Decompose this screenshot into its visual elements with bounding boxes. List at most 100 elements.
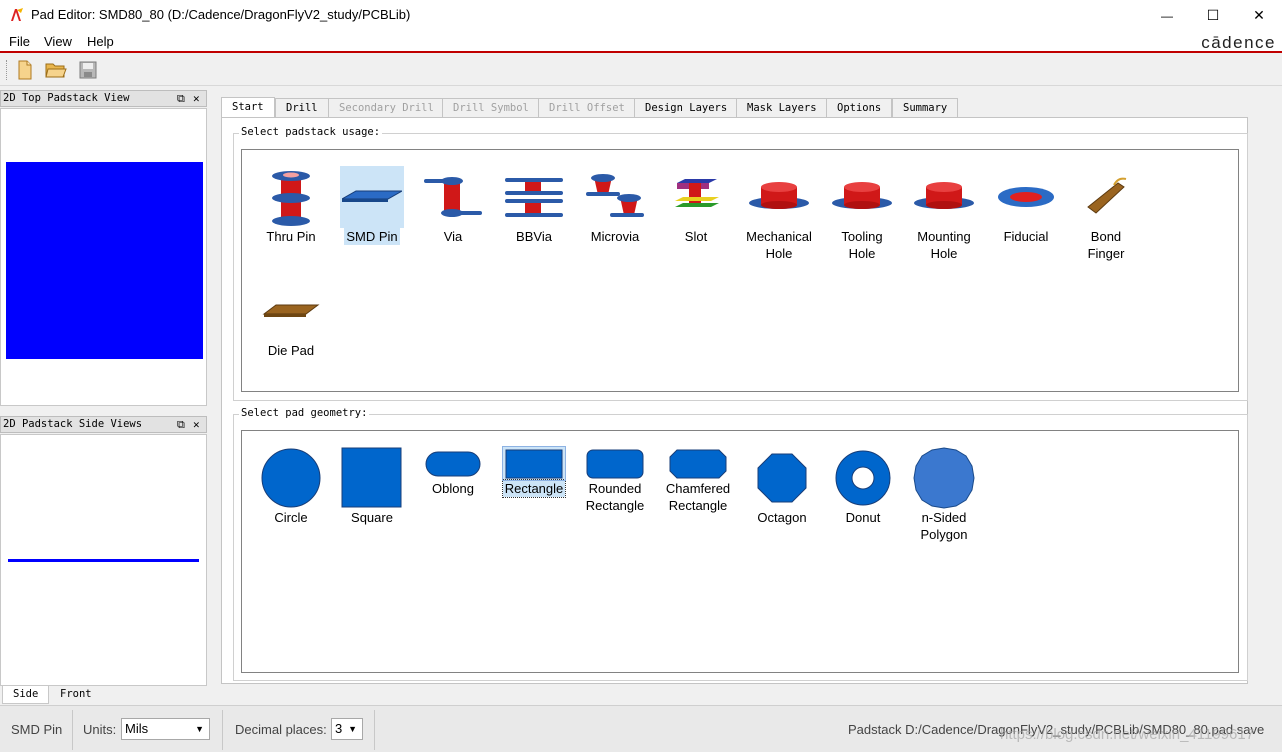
- float-panel-icon[interactable]: ⧉: [177, 418, 185, 431]
- close-panel-icon[interactable]: ✕: [193, 92, 200, 105]
- geometry-square[interactable]: Square: [332, 447, 412, 526]
- octagon-pad-icon: [742, 447, 822, 509]
- square-pad-icon: [332, 447, 412, 509]
- usage-tooling-hole[interactable]: Tooling Hole: [822, 166, 902, 262]
- tab-design-layers[interactable]: Design Layers: [634, 98, 739, 117]
- usage-mounting-hole[interactable]: Mounting Hole: [904, 166, 984, 262]
- slot-icon: [656, 166, 736, 228]
- geometry-list: Circle Square Oblong Rectangle Rounded R…: [241, 430, 1239, 673]
- menu-view[interactable]: View: [44, 34, 72, 49]
- geometry-oblong[interactable]: Oblong: [413, 447, 493, 497]
- usage-label: Die Pad: [267, 343, 315, 358]
- status-separator: [222, 710, 223, 750]
- usage-label: BBVia: [516, 229, 552, 244]
- oblong-pad-icon: [413, 447, 493, 480]
- chevron-down-icon: ▼: [348, 724, 357, 734]
- usage-label: Slot: [684, 229, 708, 244]
- open-file-button[interactable]: [45, 59, 67, 81]
- tab-side[interactable]: Side: [2, 686, 50, 704]
- toolbar: [0, 55, 1282, 86]
- close-window-button[interactable]: ✕: [1236, 0, 1282, 31]
- menu-help[interactable]: Help: [87, 34, 114, 49]
- geometry-label: Circle: [274, 510, 308, 525]
- usage-mechanical-hole[interactable]: Mechanical Hole: [739, 166, 819, 262]
- units-value: Mils: [125, 721, 149, 736]
- usage-label: Fiducial: [1003, 229, 1049, 244]
- circle-pad-icon: [251, 447, 331, 509]
- geometry-donut[interactable]: Donut: [823, 447, 903, 526]
- geometry-label: Rounded Rectangle: [585, 481, 645, 513]
- geometry-label: n-Sided Polygon: [920, 510, 968, 542]
- thru-pin-icon: [251, 166, 331, 228]
- donut-pad-icon: [823, 447, 903, 509]
- tab-front[interactable]: Front: [50, 686, 102, 704]
- smd-pin-icon: [340, 166, 404, 228]
- usage-label: Bond Finger: [1087, 229, 1125, 261]
- fiducial-icon: [986, 166, 1066, 228]
- close-icon: ✕: [1253, 7, 1265, 23]
- geometry-octagon[interactable]: Octagon: [742, 447, 822, 526]
- usage-label: SMD Pin: [344, 228, 400, 245]
- n-sided-polygon-pad-icon: [904, 447, 984, 509]
- close-panel-icon[interactable]: ✕: [193, 418, 200, 431]
- tab-drill-symbol[interactable]: Drill Symbol: [442, 98, 540, 117]
- usage-bbvia[interactable]: BBVia: [494, 166, 574, 245]
- geometry-label: Square: [351, 510, 393, 525]
- tab-options[interactable]: Options: [826, 98, 893, 117]
- geometry-circle[interactable]: Circle: [251, 447, 331, 526]
- maximize-button[interactable]: ☐: [1190, 0, 1236, 31]
- usage-via[interactable]: Via: [413, 166, 493, 245]
- rectangle-pad-icon: [502, 446, 566, 481]
- tab-drill-offset[interactable]: Drill Offset: [538, 98, 636, 117]
- usage-die-pad[interactable]: Die Pad: [251, 280, 331, 359]
- pad-preview: [6, 162, 203, 359]
- usage-bond-finger[interactable]: Bond Finger: [1066, 166, 1146, 262]
- tab-start[interactable]: Start: [221, 97, 275, 118]
- tab-mask-layers[interactable]: Mask Layers: [736, 98, 828, 117]
- geometry-rounded-rectangle[interactable]: Rounded Rectangle: [575, 447, 655, 514]
- usage-label: Microvia: [590, 229, 640, 244]
- geometry-chamfered-rectangle[interactable]: Chamfered Rectangle: [658, 447, 738, 514]
- window-title: Pad Editor: SMD80_80 (D:/Cadence/DragonF…: [31, 7, 411, 22]
- toolbar-grip: [6, 60, 9, 80]
- usage-label: Via: [443, 229, 463, 244]
- decimal-places-value: 3: [335, 721, 343, 736]
- usage-label: Mounting Hole: [917, 229, 971, 261]
- tab-secondary-drill[interactable]: Secondary Drill: [328, 98, 445, 117]
- usage-smd-pin[interactable]: SMD Pin: [332, 166, 412, 245]
- title-bar: Pad Editor: SMD80_80 (D:/Cadence/DragonF…: [0, 0, 1282, 31]
- minimize-icon: —: [1161, 8, 1173, 23]
- save-icon: [79, 61, 97, 79]
- usage-thru-pin[interactable]: Thru Pin: [251, 166, 331, 245]
- usage-label: Tooling Hole: [841, 229, 883, 261]
- minimize-button[interactable]: —: [1144, 0, 1190, 31]
- save-button[interactable]: [77, 59, 99, 81]
- units-select[interactable]: Mils ▼: [121, 718, 210, 740]
- pad-editor-app-icon: [11, 8, 23, 21]
- menu-file[interactable]: File: [9, 34, 30, 49]
- usage-microvia[interactable]: Microvia: [575, 166, 655, 245]
- tab-drill[interactable]: Drill: [275, 98, 329, 117]
- status-usage: SMD Pin: [11, 722, 63, 737]
- geometry-label: Chamfered Rectangle: [665, 481, 731, 513]
- maximize-icon: ☐: [1206, 7, 1220, 23]
- usage-fiducial[interactable]: Fiducial: [986, 166, 1066, 245]
- watermark-text: https://blog.csdn.net/weixin_41199617: [1000, 726, 1255, 743]
- geometry-label: Oblong: [432, 481, 474, 496]
- usage-slot[interactable]: Slot: [656, 166, 736, 245]
- decimal-places-label: Decimal places:: [235, 722, 327, 737]
- chamfered-rectangle-pad-icon: [658, 447, 738, 480]
- rounded-rectangle-pad-icon: [575, 447, 655, 480]
- float-panel-icon[interactable]: ⧉: [177, 92, 185, 105]
- geometry-rectangle[interactable]: Rectangle: [494, 446, 574, 498]
- side-view-title: 2D Padstack Side Views: [3, 418, 143, 430]
- top-view-header: 2D Top Padstack View ⧉ ✕: [0, 90, 207, 107]
- new-file-icon: [18, 60, 32, 80]
- decimal-places-select[interactable]: 3 ▼: [331, 718, 363, 740]
- status-bar: SMD Pin Units: Mils ▼ Decimal places: 3 …: [0, 705, 1282, 752]
- tab-summary[interactable]: Summary: [892, 98, 959, 117]
- geometry-n-sided-polygon[interactable]: n-Sided Polygon: [904, 447, 984, 543]
- die-pad-icon: [251, 280, 331, 342]
- new-file-button[interactable]: [14, 59, 36, 81]
- mechanical-hole-icon: [739, 166, 819, 228]
